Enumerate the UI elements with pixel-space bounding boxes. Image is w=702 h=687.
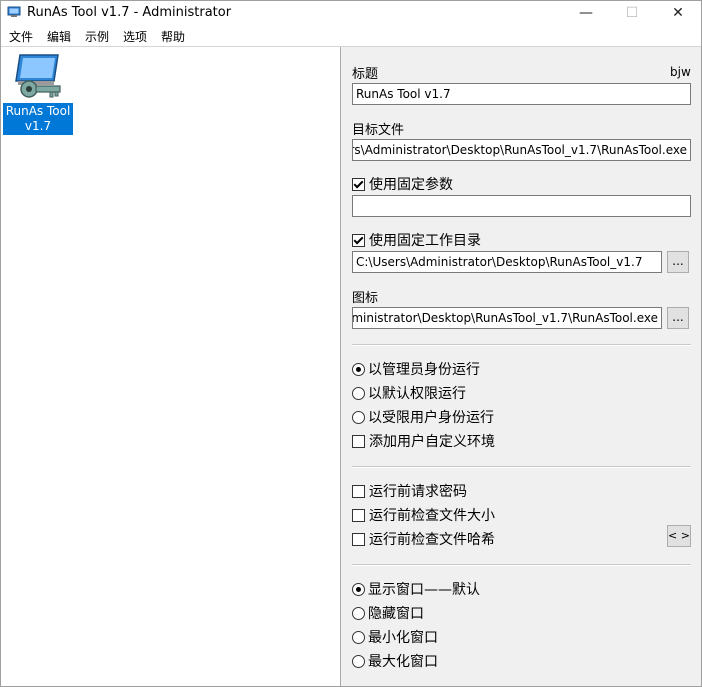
title-field[interactable]: RunAs Tool v1.7 xyxy=(352,83,691,105)
maximize-window-option[interactable]: 最大化窗口 xyxy=(352,652,438,670)
hash-check-checkbox[interactable] xyxy=(352,532,365,546)
separator xyxy=(352,344,691,346)
list-item-label: RunAs Tool v1.7 xyxy=(3,103,73,135)
list-item[interactable]: RunAs Tool v1.7 xyxy=(3,51,73,135)
title-bar[interactable]: RunAs Tool v1.7 - Administrator — ☐ ✕ xyxy=(1,1,701,25)
hide-window-radio[interactable] xyxy=(352,606,365,620)
browse-icon-button[interactable]: ... xyxy=(667,307,689,329)
hash-check-option[interactable]: 运行前检查文件哈希 xyxy=(352,530,495,548)
key-computer-icon xyxy=(15,54,61,98)
menu-file[interactable]: 文件 xyxy=(9,28,33,45)
run-limited-label: 以受限用户身份运行 xyxy=(368,410,494,426)
minimize-window-option[interactable]: 最小化窗口 xyxy=(352,628,438,646)
show-window-radio[interactable] xyxy=(352,582,365,596)
show-window-label: 显示窗口——默认 xyxy=(368,582,480,598)
target-label: 目标文件 xyxy=(352,123,405,138)
hash-check-label: 运行前检查文件哈希 xyxy=(369,532,495,548)
menu-help[interactable]: 帮助 xyxy=(161,28,185,45)
fixed-params-field[interactable] xyxy=(352,195,691,217)
icon-path-value: C:\Users\Administrator\Desktop\RunAsTool… xyxy=(352,311,658,325)
properties-pane: 标题 bjw RunAs Tool v1.7 目标文件 C:\Users\Adm… xyxy=(341,47,701,686)
run-as-admin-option[interactable]: 以管理员身份运行 xyxy=(352,360,480,378)
maximize-window-radio[interactable] xyxy=(352,654,365,668)
icon-path-field[interactable]: C:\Users\Administrator\Desktop\RunAsTool… xyxy=(352,307,662,329)
run-limited-radio[interactable] xyxy=(352,410,365,424)
password-checkbox[interactable] xyxy=(352,484,365,498)
run-default-radio[interactable] xyxy=(352,386,365,400)
run-limited-option[interactable]: 以受限用户身份运行 xyxy=(352,408,494,426)
minimize-button[interactable]: — xyxy=(563,1,609,25)
run-as-admin-label: 以管理员身份运行 xyxy=(368,362,480,378)
title-label: 标题 xyxy=(352,67,379,82)
browse-dir-button[interactable]: ... xyxy=(667,251,689,273)
password-label: 运行前请求密码 xyxy=(369,484,467,500)
window-title: RunAs Tool v1.7 - Administrator xyxy=(27,5,232,20)
fixed-dir-checkbox[interactable] xyxy=(352,233,365,247)
fixed-params-label: 使用固定参数 xyxy=(369,177,453,193)
app-window: RunAs Tool v1.7 - Administrator — ☐ ✕ 文件… xyxy=(0,0,702,687)
maximize-button[interactable]: ☐ xyxy=(609,1,655,25)
maximize-window-label: 最大化窗口 xyxy=(368,654,438,670)
menu-bar: 文件 编辑 示例 选项 帮助 xyxy=(1,25,701,45)
fixed-dir-label: 使用固定工作目录 xyxy=(369,233,481,249)
custom-env-label: 添加用户自定义环境 xyxy=(369,434,495,450)
password-option[interactable]: 运行前请求密码 xyxy=(352,482,467,500)
minimize-window-label: 最小化窗口 xyxy=(368,630,438,646)
custom-env-checkbox[interactable] xyxy=(352,434,365,448)
custom-env-option[interactable]: 添加用户自定义环境 xyxy=(352,432,495,450)
run-as-admin-radio[interactable] xyxy=(352,362,365,376)
icon-label: 图标 xyxy=(352,291,379,306)
app-icon xyxy=(7,6,21,17)
target-file-field[interactable]: C:\Users\Administrator\Desktop\RunAsTool… xyxy=(352,139,691,161)
separator xyxy=(352,564,691,566)
list-item-label-line2: v1.7 xyxy=(24,119,52,133)
list-item-label-line1: RunAs Tool xyxy=(5,104,71,118)
fixed-params-option[interactable]: 使用固定参数 xyxy=(352,175,453,193)
run-default-option[interactable]: 以默认权限运行 xyxy=(352,384,466,402)
size-check-checkbox[interactable] xyxy=(352,508,365,522)
target-file-value: C:\Users\Administrator\Desktop\RunAsTool… xyxy=(353,143,687,157)
separator xyxy=(352,466,691,468)
run-default-label: 以默认权限运行 xyxy=(368,386,466,402)
working-dir-field[interactable]: C:\Users\Administrator\Desktop\RunAsTool… xyxy=(352,251,662,273)
fixed-params-checkbox[interactable] xyxy=(352,177,365,191)
menu-options[interactable]: 选项 xyxy=(123,28,147,45)
size-check-option[interactable]: 运行前检查文件大小 xyxy=(352,506,495,524)
menu-examples[interactable]: 示例 xyxy=(85,28,109,45)
hide-window-label: 隐藏窗口 xyxy=(368,606,424,622)
show-window-option[interactable]: 显示窗口——默认 xyxy=(352,580,480,598)
hide-window-option[interactable]: 隐藏窗口 xyxy=(352,604,424,622)
size-check-label: 运行前检查文件大小 xyxy=(369,508,495,524)
author-label: bjw xyxy=(670,65,691,79)
close-button[interactable]: ✕ xyxy=(655,1,701,25)
item-list-pane[interactable]: RunAs Tool v1.7 xyxy=(1,47,341,686)
minimize-window-radio[interactable] xyxy=(352,630,365,644)
menu-edit[interactable]: 编辑 xyxy=(47,28,71,45)
fixed-dir-option[interactable]: 使用固定工作目录 xyxy=(352,231,481,249)
expand-toggle-button[interactable]: < > xyxy=(667,525,691,547)
